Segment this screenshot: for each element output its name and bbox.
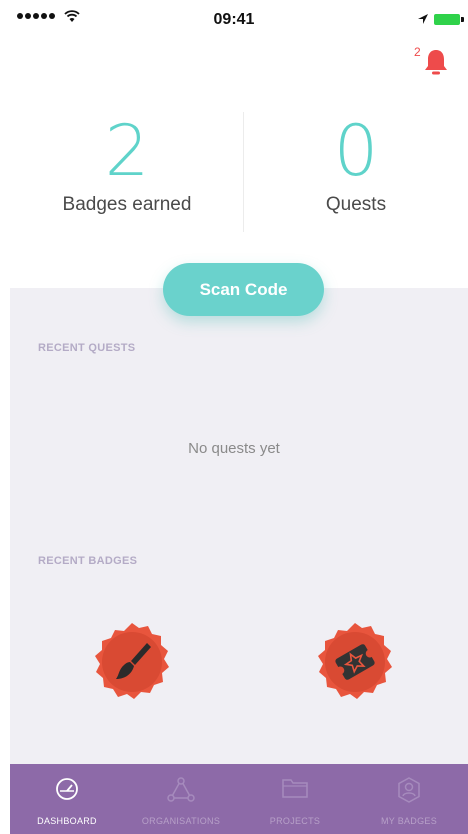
badges-count: 2	[104, 110, 150, 192]
ticket-badge[interactable]	[314, 621, 396, 703]
location-arrow-icon	[418, 14, 428, 24]
tab-organisations[interactable]: ORGANISATIONS	[124, 764, 238, 834]
battery-icon	[434, 14, 460, 25]
notifications-button[interactable]: 2	[414, 45, 454, 81]
recent-quests-title: RECENT QUESTS	[38, 342, 136, 354]
badges-label: Badges earned	[62, 194, 192, 215]
badges-earned-stat[interactable]: 2 Badges earned	[10, 112, 244, 216]
paintbrush-badge[interactable]	[91, 621, 173, 703]
dashboard-content	[10, 288, 468, 764]
tab-projects-label: PROJECTS	[269, 816, 321, 826]
tab-my-badges[interactable]: MY BADGES	[352, 764, 466, 834]
tab-my-badges-label: MY BADGES	[380, 816, 438, 826]
quests-label: Quests	[325, 194, 387, 215]
tab-organisations-label: ORGANISATIONS	[141, 816, 221, 826]
tab-dashboard-label: DASHBOARD	[37, 816, 97, 826]
no-quests-message: No quests yet	[188, 440, 280, 457]
badge-icon	[398, 777, 420, 803]
quests-count: 0	[333, 110, 379, 192]
bottom-tab-bar: DASHBOARD ORGANISATIONS PROJECTS MY BADG…	[10, 764, 468, 834]
tab-dashboard[interactable]: DASHBOARD	[10, 764, 124, 834]
folder-icon	[282, 779, 308, 798]
battery-tip	[461, 17, 464, 22]
dashboard-gauge-icon	[56, 778, 78, 800]
tab-projects[interactable]: PROJECTS	[238, 764, 352, 834]
organisations-icon	[167, 777, 195, 802]
notification-count: 2	[414, 45, 421, 59]
status-bar: 09:41	[0, 0, 468, 40]
quests-stat[interactable]: 0 Quests	[239, 112, 468, 216]
scan-code-button[interactable]: Scan Code	[163, 263, 324, 316]
status-time: 09:41	[213, 11, 255, 28]
recent-badges-title: RECENT BADGES	[38, 555, 138, 567]
bell-icon	[425, 50, 447, 75]
